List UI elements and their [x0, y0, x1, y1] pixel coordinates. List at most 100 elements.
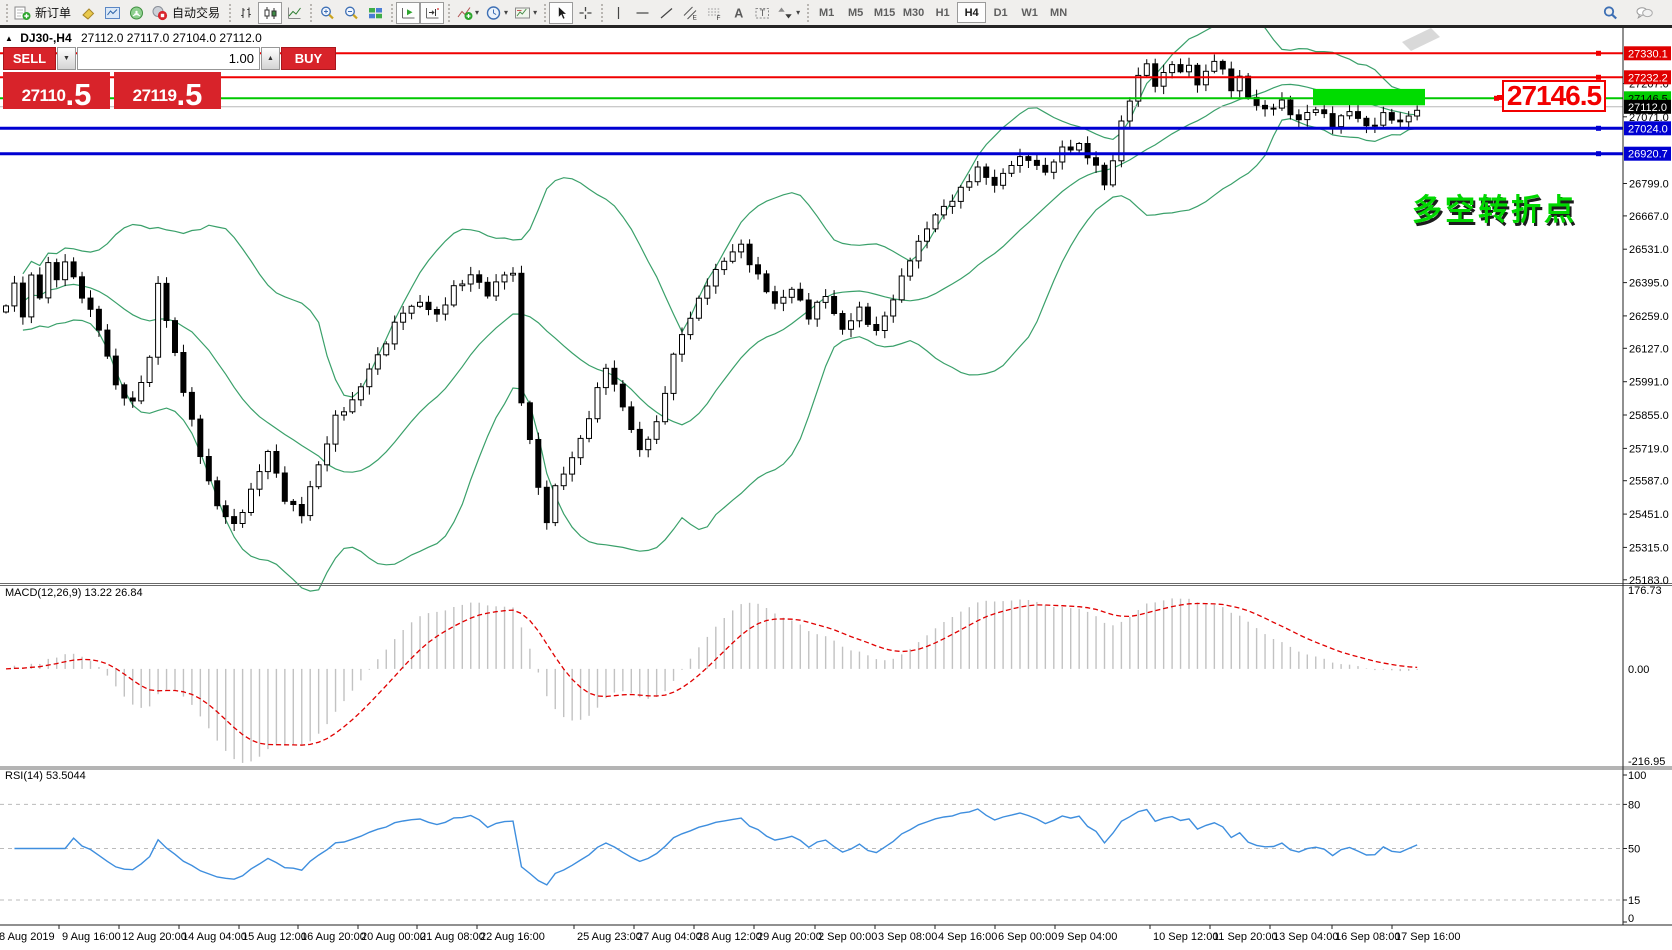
volume-input[interactable] — [77, 47, 260, 70]
new-order-button[interactable]: 新订单 — [11, 2, 76, 24]
vline-button[interactable] — [606, 2, 630, 24]
date-axis-label: 16 Sep 08:00 — [1335, 931, 1400, 943]
chart-canvas[interactable]: 27207.027071.026799.026667.026531.026395… — [0, 28, 1672, 950]
buy-button[interactable]: BUY — [281, 47, 336, 70]
price-callout-label[interactable]: 27146.5 — [1502, 80, 1606, 112]
signal-button[interactable] — [124, 2, 148, 24]
ohlc-values: 27112.0 27117.0 27104.0 27112.0 — [81, 31, 262, 45]
candles-button[interactable] — [258, 2, 282, 24]
tile-windows-button[interactable] — [363, 2, 387, 24]
toolbar-group: EFAT▾ — [599, 1, 803, 25]
chart-shift-button[interactable] — [420, 2, 444, 24]
candle — [426, 302, 431, 309]
cursor-button[interactable] — [549, 2, 573, 24]
timeframe-h1-button[interactable]: H1 — [928, 2, 957, 23]
timeframe-d1-button[interactable]: D1 — [986, 2, 1015, 23]
macd-scale-label: -216.95 — [1628, 756, 1665, 768]
sell-button[interactable]: SELL — [3, 47, 56, 70]
timeframe-m5-button[interactable]: M5 — [841, 2, 870, 23]
candle — [156, 283, 161, 357]
eraser-button[interactable] — [76, 2, 100, 24]
autotrade-button[interactable]: 自动交易 — [148, 2, 225, 24]
bars-button[interactable] — [234, 2, 258, 24]
candle — [587, 419, 592, 439]
chart-window-button[interactable] — [100, 2, 124, 24]
candle — [620, 384, 625, 407]
timeframe-m15-button[interactable]: M15 — [870, 2, 899, 23]
eraser-icon — [80, 5, 97, 21]
zoom-out-button[interactable] — [339, 2, 363, 24]
candle — [80, 277, 85, 298]
search-button[interactable] — [1598, 2, 1622, 24]
candles-icon — [262, 5, 279, 21]
candle — [1009, 166, 1014, 174]
green-zone-rect[interactable] — [1313, 89, 1425, 105]
timeframe-m30-button[interactable]: M30 — [899, 2, 928, 23]
volume-increase-button[interactable]: ▲ — [261, 47, 280, 70]
timeframe-m1-button[interactable]: M1 — [812, 2, 841, 23]
fibonacci-button[interactable]: F — [702, 2, 726, 24]
candle — [603, 368, 608, 387]
rsi-scale-label: 80 — [1628, 799, 1640, 811]
candle — [71, 262, 76, 277]
timeframe-h4-button[interactable]: H4 — [957, 2, 986, 23]
zoom-in-button[interactable] — [315, 2, 339, 24]
channel-button[interactable]: E — [678, 2, 702, 24]
shapes-button[interactable]: ▾ — [774, 2, 803, 24]
candle — [840, 314, 845, 330]
indicators-button[interactable]: ▾ — [453, 2, 482, 24]
candle — [350, 400, 355, 412]
candle — [485, 282, 490, 296]
expand-one-click-icon[interactable]: ▲ — [5, 34, 13, 43]
date-axis-label: 10 Sep 12:00 — [1153, 931, 1218, 943]
hline-button[interactable] — [630, 2, 654, 24]
trendline-button[interactable] — [654, 2, 678, 24]
macd-scale-label: 0.00 — [1628, 664, 1649, 676]
chat-button[interactable] — [1632, 2, 1656, 24]
date-axis-label: 29 Aug 20:00 — [757, 931, 822, 943]
zoom-in-icon — [319, 5, 336, 21]
crosshair-button[interactable] — [573, 2, 597, 24]
line-handle[interactable] — [1596, 51, 1601, 56]
candle — [468, 275, 473, 284]
candle — [1034, 160, 1039, 165]
price-axis-tick: 25315.0 — [1629, 542, 1669, 554]
buy-price-display[interactable]: 27119 .5 — [114, 72, 221, 109]
chart-area[interactable]: 27207.027071.026799.026667.026531.026395… — [0, 28, 1672, 950]
candle — [1296, 115, 1301, 120]
auto-scroll-button[interactable] — [396, 2, 420, 24]
line-handle[interactable] — [1596, 126, 1601, 131]
text-button[interactable]: A — [726, 2, 750, 24]
text-label-button[interactable]: T — [750, 2, 774, 24]
candle — [130, 398, 135, 401]
periods-button[interactable]: ▾ — [482, 2, 511, 24]
line-button[interactable] — [282, 2, 306, 24]
line-handle[interactable] — [1596, 151, 1601, 156]
candle — [1313, 110, 1318, 113]
toolbar-group: ▾▾▾ — [446, 1, 540, 25]
fibonacci-icon: F — [706, 5, 723, 21]
templates-button[interactable]: ▾ — [511, 2, 540, 24]
candle — [257, 472, 262, 490]
candle — [12, 283, 17, 306]
candle — [139, 383, 144, 401]
candle — [992, 177, 997, 185]
candle — [434, 310, 439, 315]
candle — [865, 307, 870, 324]
candle — [443, 305, 448, 314]
price-axis-tick: 25719.0 — [1629, 443, 1669, 455]
candle — [1389, 113, 1394, 121]
price-axis-tick: 25855.0 — [1629, 410, 1669, 422]
candle — [806, 300, 811, 319]
volume-decrease-button[interactable]: ▼ — [57, 47, 76, 70]
candle — [629, 407, 634, 430]
candle — [358, 387, 363, 400]
buy-price-main: 27119 — [133, 87, 177, 104]
sell-price-display[interactable]: 27110 .5 — [3, 72, 110, 109]
symbol-period-label: DJ30-,H4 — [20, 31, 71, 45]
date-axis-label: 8 Aug 2019 — [0, 931, 55, 943]
price-axis-tick: 26127.0 — [1629, 343, 1669, 355]
periods-icon — [485, 5, 502, 21]
timeframe-mn-button[interactable]: MN — [1044, 2, 1073, 23]
timeframe-w1-button[interactable]: W1 — [1015, 2, 1044, 23]
